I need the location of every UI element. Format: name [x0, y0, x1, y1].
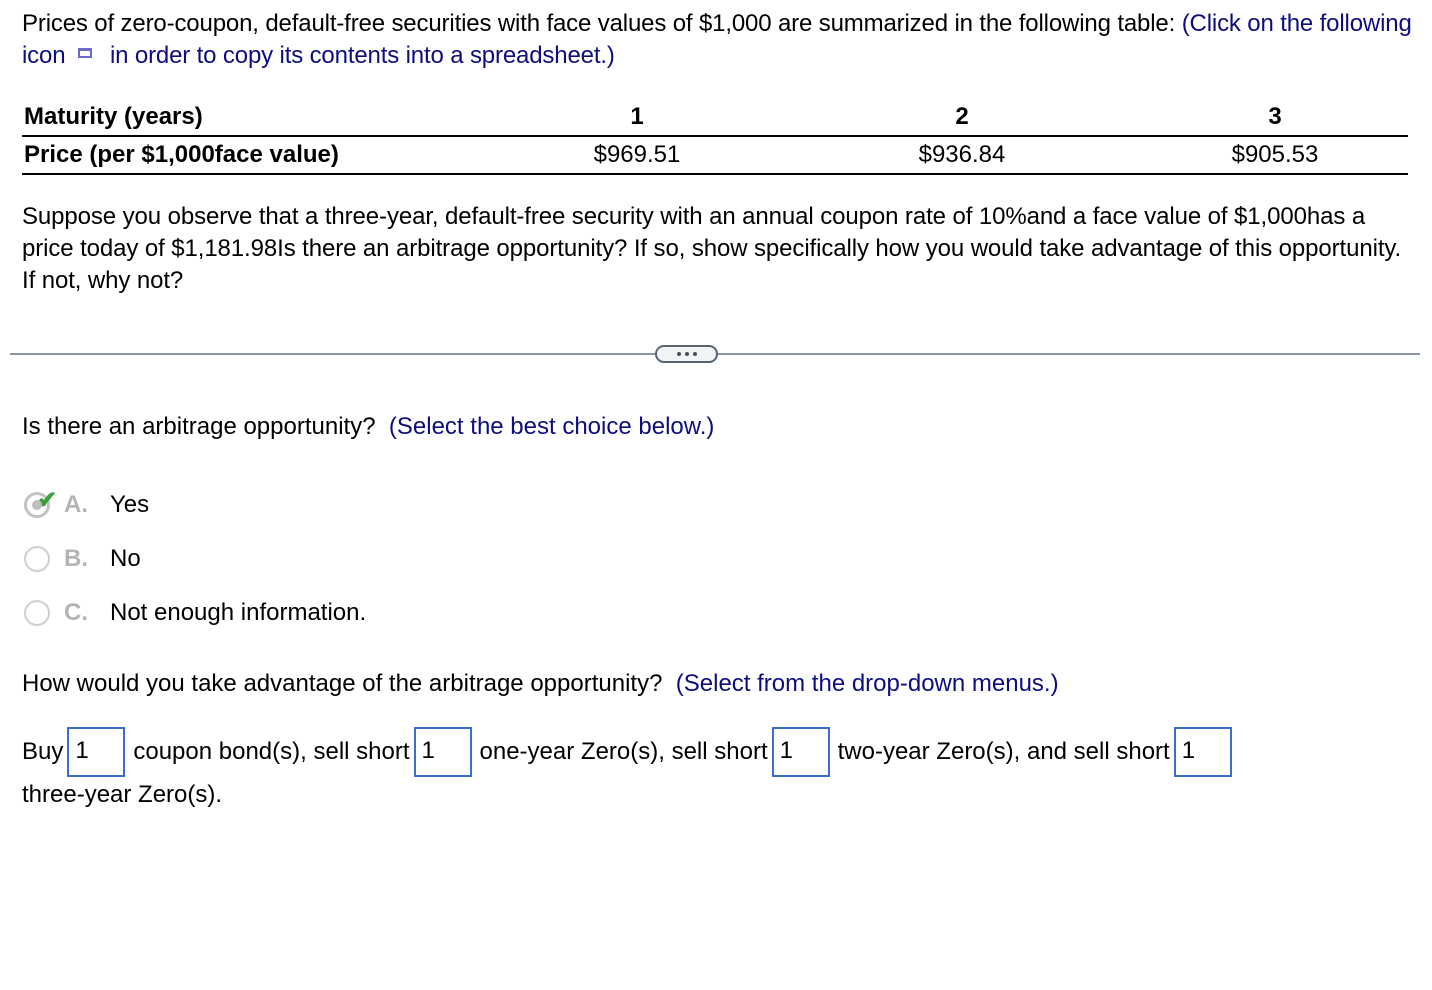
choice-label: Yes — [110, 491, 150, 518]
choice-b[interactable]: B. No — [24, 543, 141, 575]
part1-prompt: Is there an arbitrage opportunity? — [22, 413, 376, 440]
part2-prompt-line: How would you take advantage of the arbi… — [22, 668, 1059, 700]
radio-button-selected[interactable]: ✔ — [24, 489, 57, 518]
ellipsis-icon-dot — [692, 352, 697, 356]
arbitrage-strategy-sentence: Buy 1 coupon bond(s), sell short 1 one-year … — [22, 726, 1422, 778]
copy-to-spreadsheet-icon[interactable] — [77, 47, 100, 65]
text-buy: Buy — [22, 738, 64, 765]
two-year-zeros-dropdown[interactable]: 1 — [771, 726, 830, 777]
three-year-zeros-dropdown[interactable]: 1 — [1173, 726, 1232, 777]
choice-label: No — [110, 545, 141, 572]
text-two-year: two-year Zero(s), and sell short — [837, 738, 1170, 765]
ellipsis-icon-dot — [684, 352, 689, 356]
maturity-1: 1 — [492, 98, 782, 137]
choice-letter: A. — [64, 491, 88, 518]
price-2: $936.84 — [782, 136, 1142, 175]
correct-checkmark-icon: ✔ — [37, 487, 58, 514]
maturity-row: Maturity (years) 1 2 3 — [22, 98, 1408, 137]
text-coupon: coupon bond(s), sell short — [133, 738, 410, 765]
part1-prompt-line: Is there an arbitrage opportunity? (Sele… — [22, 411, 714, 443]
intro-paragraph: Prices of zero-coupon, default-free secu… — [22, 8, 1422, 72]
intro-text: Prices of zero-coupon, default-free secu… — [22, 10, 1176, 37]
coupon-bonds-dropdown[interactable]: 1 — [67, 726, 126, 777]
part2-instruction: (Select from the drop-down menus.) — [675, 670, 1059, 697]
text-one-year: one-year Zero(s), sell short — [479, 738, 768, 765]
one-year-zeros-dropdown[interactable]: 1 — [413, 726, 472, 777]
zero-coupon-price-table: Maturity (years) 1 2 3 Price (per $1,000… — [22, 98, 1408, 175]
radio-button[interactable] — [24, 546, 50, 572]
ellipsis-icon-dot — [676, 352, 681, 356]
choice-label: Not enough information. — [110, 599, 367, 626]
price-header: Price (per $1,000face value) — [22, 136, 492, 175]
choice-a[interactable]: ✔ A. Yes — [24, 489, 149, 521]
choice-letter: B. — [64, 545, 88, 572]
choice-letter: C. — [64, 599, 88, 626]
question-page: Prices of zero-coupon, default-free secu… — [0, 0, 1432, 990]
part2-prompt: How would you take advantage of the arbi… — [22, 670, 663, 697]
maturity-header: Maturity (years) — [22, 98, 492, 137]
maturity-3: 3 — [1142, 98, 1408, 137]
maturity-2: 2 — [782, 98, 1142, 137]
radio-button[interactable] — [24, 600, 50, 626]
choice-c[interactable]: C. Not enough information. — [24, 597, 366, 629]
intro-instruction-after: in order to copy its contents into a spr… — [109, 42, 615, 69]
part1-instruction: (Select the best choice below.) — [388, 413, 715, 440]
price-row: Price (per $1,000face value) $969.51 $93… — [22, 136, 1408, 175]
copy-icon-front — [77, 48, 92, 58]
price-3: $905.53 — [1142, 136, 1408, 175]
question-text: Suppose you observe that a three-year, d… — [22, 203, 1402, 294]
expand-more-button[interactable] — [655, 345, 718, 363]
text-three-year: three-year Zero(s). — [22, 781, 223, 808]
price-1: $969.51 — [492, 136, 782, 175]
